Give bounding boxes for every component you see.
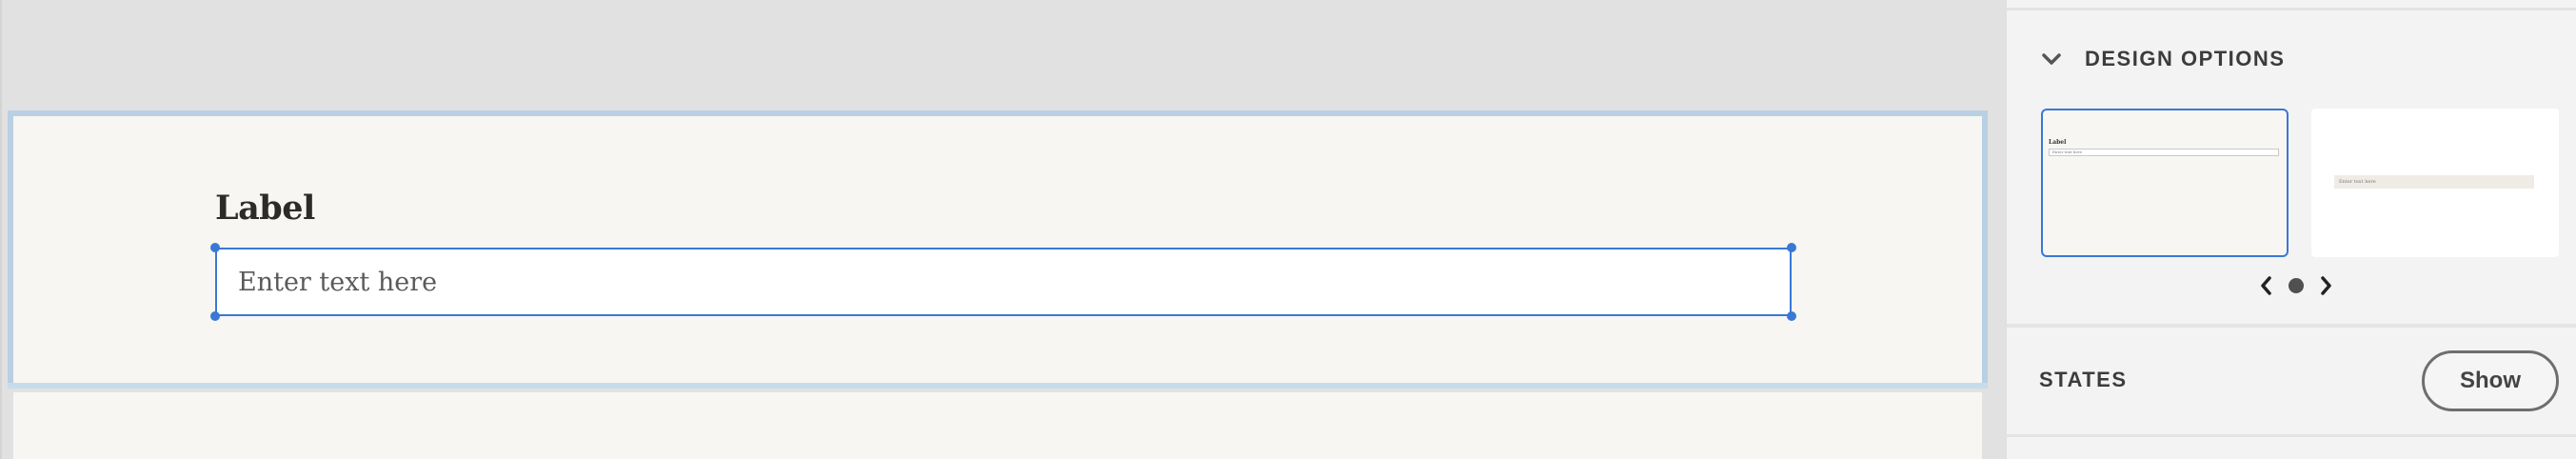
app-window: Label DESIGN OPTIONS Label Enter text he… [0,0,2576,459]
design-options-pager [2258,272,2334,299]
design-options-toggle[interactable]: DESIGN OPTIONS [2041,42,2285,76]
resize-handle-bottom-right[interactable] [1787,311,1796,321]
text-input-selected[interactable] [210,243,1796,321]
states-title: STATES [2039,368,2128,391]
chevron-down-icon[interactable] [2041,49,2062,70]
preview-input: Enter text here [2334,175,2534,189]
divider [2007,434,2576,437]
preview-label: Label [2049,139,2067,146]
field-label[interactable]: Label [215,189,315,228]
design-canvas[interactable]: Label [0,0,2005,459]
divider [2007,8,2576,10]
show-states-button[interactable]: Show [2422,350,2559,411]
resize-handle-top-right[interactable] [1787,243,1796,252]
resize-handle-bottom-left[interactable] [210,311,220,321]
design-option-2[interactable]: Enter text here [2311,109,2559,257]
divider [2007,324,2576,328]
text-input-field[interactable] [217,249,1790,314]
selected-form-section[interactable]: Label [8,110,1988,389]
next-form-section[interactable] [13,392,1982,459]
properties-panel: DESIGN OPTIONS Label Enter text here Ent… [2005,0,2576,459]
resize-handle-top-left[interactable] [210,243,220,252]
design-options-title: DESIGN OPTIONS [2085,47,2286,70]
design-option-1[interactable]: Label Enter text here [2041,109,2289,257]
chevron-right-icon[interactable] [2317,275,2334,296]
chevron-left-icon[interactable] [2258,275,2275,296]
preview-input: Enter text here [2049,149,2279,156]
pager-dot[interactable] [2289,278,2304,293]
